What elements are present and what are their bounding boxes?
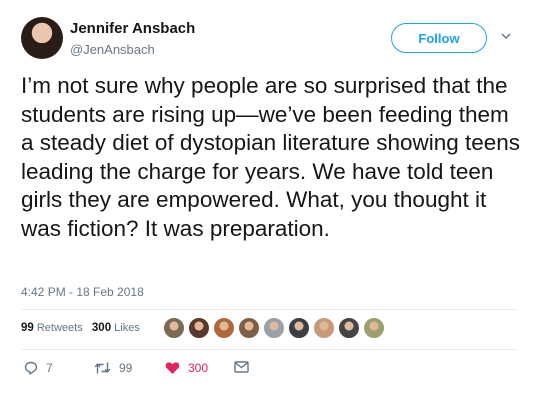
reply-icon [24,361,38,375]
liker-avatar[interactable] [313,317,335,339]
liker-avatar[interactable] [363,317,385,339]
retweets-stat[interactable]: 99 Retweets [21,322,86,334]
like-action[interactable]: 300 [165,361,208,375]
divider [21,309,518,310]
likes-label: Likes [114,322,140,334]
author-avatar[interactable] [21,17,63,59]
liker-avatar[interactable] [163,317,185,339]
author-name[interactable]: Jennifer Ansbach [70,20,195,37]
tweet-timestamp[interactable]: 4:42 PM - 18 Feb 2018 [21,285,144,299]
reply-action[interactable]: 7 [24,361,53,375]
tweet-text: I’m not sure why people are so surprised… [21,73,521,241]
liker-avatar[interactable] [338,317,360,339]
retweet-count: 99 [119,361,133,375]
retweets-count: 99 [21,322,34,334]
liker-avatar[interactable] [213,317,235,339]
liker-avatar[interactable] [238,317,260,339]
author-handle[interactable]: @JenAnsbach [70,42,155,57]
like-count: 300 [188,361,209,375]
retweets-label: Retweets [36,322,83,334]
likes-stat[interactable]: 300 Likes [92,322,140,334]
liker-avatar[interactable] [188,317,210,339]
retweet-icon [94,362,111,374]
follow-button[interactable]: Follow [391,23,487,53]
divider [21,349,518,350]
reply-count: 7 [46,361,53,375]
retweet-action[interactable]: 99 [94,361,132,375]
liker-avatar[interactable] [288,317,310,339]
heart-icon [165,362,180,374]
envelope-icon [234,361,249,373]
tweet-stats: 99 Retweets 300 Likes [21,322,140,334]
direct-message-action[interactable] [234,361,249,373]
likes-count: 300 [91,322,112,334]
liker-avatar[interactable] [263,317,285,339]
chevron-down-icon[interactable] [501,31,511,41]
